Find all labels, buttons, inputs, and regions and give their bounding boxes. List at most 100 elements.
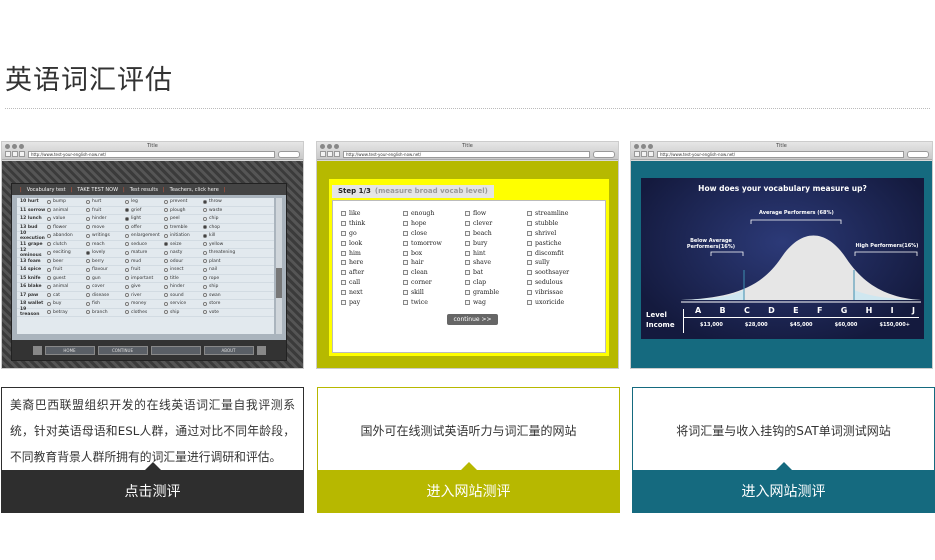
word-label: pastiche xyxy=(535,239,562,247)
answer-option: gun xyxy=(86,276,125,281)
answer-option: fruit xyxy=(47,267,86,272)
question-row: 18 wallet buy fish money service store xyxy=(17,300,274,309)
radio-icon xyxy=(47,259,51,264)
option-label: service xyxy=(170,301,187,307)
word-label: like xyxy=(349,210,361,218)
radio-icon xyxy=(86,259,90,264)
option-label: cover xyxy=(92,284,105,290)
continue-button: continue >> xyxy=(447,314,498,325)
browser-toolbar: Title http://www.test-your-english-now.n… xyxy=(2,142,303,160)
radio-icon xyxy=(203,233,207,238)
option-label: buy xyxy=(53,301,62,307)
screenshot-card-sat-test[interactable]: Title http://www.test-your-english-now.n… xyxy=(630,141,933,369)
radio-icon xyxy=(164,216,168,221)
checkbox-icon xyxy=(341,279,346,285)
option-label: animal xyxy=(53,284,69,290)
radio-icon xyxy=(203,242,207,247)
answer-option: value xyxy=(47,216,86,221)
option-label: money xyxy=(131,301,147,307)
answer-option: plough xyxy=(164,208,203,213)
radio-icon xyxy=(203,199,207,204)
radio-icon xyxy=(47,301,51,306)
option-label: river xyxy=(131,292,142,298)
radio-icon xyxy=(125,284,129,289)
option-label: plant xyxy=(209,258,221,264)
answer-option: branch xyxy=(86,310,125,315)
radio-icon xyxy=(125,225,129,230)
word-checkbox-item: hint xyxy=(465,248,527,258)
question-row: 19 treason betray branch clothes ship vote xyxy=(17,307,274,317)
option-label: guest xyxy=(53,275,66,281)
checkbox-icon xyxy=(465,279,470,285)
radio-icon xyxy=(164,276,168,281)
answer-option: light xyxy=(125,216,164,221)
option-label: throw xyxy=(209,199,222,205)
option-label: mature xyxy=(131,250,148,256)
question-row: 10 execution abandon writings enlargement in… xyxy=(17,231,274,241)
radio-icon xyxy=(164,225,168,230)
word-checkbox-item: call xyxy=(341,278,403,288)
question-row: 11 sorrow animal fruit grief plough waste xyxy=(17,207,274,215)
option-label: fruit xyxy=(53,267,63,273)
word-label: vibrissae xyxy=(535,288,564,296)
radio-icon xyxy=(164,242,168,247)
radio-icon xyxy=(164,284,168,289)
answer-option: animal xyxy=(47,208,86,213)
nav-buttons xyxy=(320,151,340,157)
answer-option: cat xyxy=(47,293,86,298)
checkbox-icon xyxy=(341,240,346,246)
word-checkbox-item: uxoricide xyxy=(527,297,589,307)
question-word: 11 grape xyxy=(20,241,43,247)
answer-option: nail xyxy=(203,267,242,272)
option-label: nasty xyxy=(170,250,183,256)
option-label: disease xyxy=(92,292,110,298)
word-checkbox-item: clean xyxy=(403,268,465,278)
answer-option: offer xyxy=(125,225,164,230)
visit-site-button[interactable]: 进入网站测评 xyxy=(633,462,934,512)
word-label: go xyxy=(349,229,357,237)
radio-icon xyxy=(86,293,90,298)
answer-option: disease xyxy=(86,293,125,298)
option-label: initiation xyxy=(170,233,190,239)
word-checkbox-item: bury xyxy=(465,238,527,248)
word-checkbox-item: clever xyxy=(465,219,527,229)
word-checkbox-item: tomorrow xyxy=(403,238,465,248)
answer-option: chip xyxy=(203,216,242,221)
answer-option: insect xyxy=(164,267,203,272)
option-label: grief xyxy=(131,207,142,213)
option-label: insect xyxy=(170,267,184,273)
radio-icon xyxy=(47,208,51,213)
word-columns: like enough flow streamline think hope clever s… xyxy=(341,209,589,307)
option-label: lovely xyxy=(92,250,106,256)
checkbox-icon xyxy=(465,250,470,256)
radio-icon xyxy=(47,199,51,204)
option-label: cat xyxy=(53,292,60,298)
radio-icon xyxy=(164,293,168,298)
screenshot-card-listening-test[interactable]: Title http://www.test-your-english-now.n… xyxy=(316,141,619,369)
radio-icon xyxy=(47,267,51,272)
option-label: move xyxy=(92,224,105,230)
word-label: bat xyxy=(473,269,484,277)
option-label: fruit xyxy=(92,207,102,213)
description-card-1: 美裔巴西联盟组织开发的在线英语词汇量自我评测系统，针对英语母语和ESL人群，通过… xyxy=(1,387,304,513)
radio-icon xyxy=(47,225,51,230)
option-label: seduce xyxy=(131,241,148,247)
radio-icon xyxy=(125,310,129,315)
word-checkbox-item: sully xyxy=(527,258,589,268)
screenshot-card-vocab-test[interactable]: Title http://www.test-your-english-now.n… xyxy=(1,141,304,369)
radio-icon xyxy=(125,259,129,264)
evaluate-button[interactable]: 点击测评 xyxy=(2,462,303,512)
level-label: Level xyxy=(646,311,667,319)
radio-icon xyxy=(47,276,51,281)
visit-site-button[interactable]: 进入网站测评 xyxy=(318,462,619,512)
option-label: ship xyxy=(209,284,219,290)
option-label: reach xyxy=(92,241,105,247)
radio-icon xyxy=(47,250,51,255)
option-label: exciting xyxy=(53,250,71,256)
option-label: sound xyxy=(170,292,184,298)
income-values: $13,000 $28,000 $45,000 $60,000 $150,000+ xyxy=(689,322,921,328)
answer-option: clutch xyxy=(47,242,86,247)
word-label: stubble xyxy=(535,220,559,228)
browser-toolbar: Title http://www.test-your-english-now.n… xyxy=(317,142,618,160)
radio-icon xyxy=(164,233,168,238)
